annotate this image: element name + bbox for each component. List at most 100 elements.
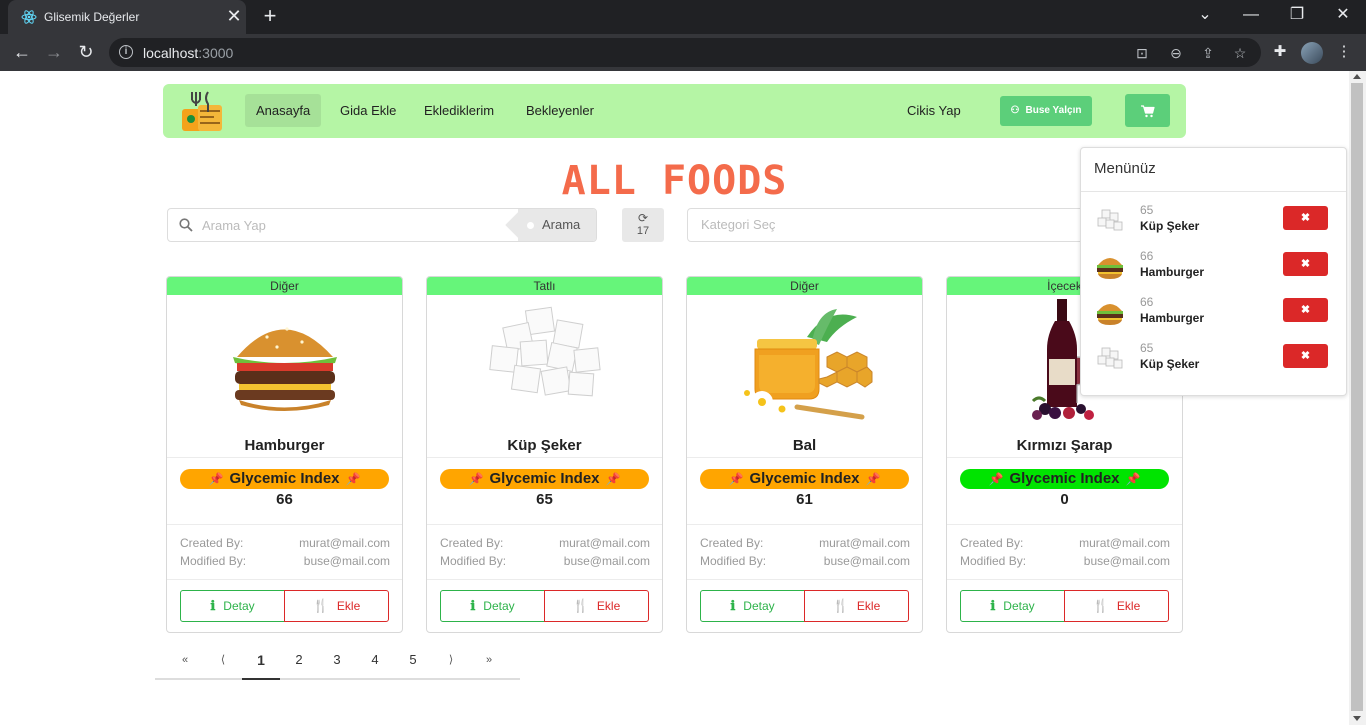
- zoom-icon[interactable]: ⊖: [1167, 44, 1185, 62]
- nav-item-gida-ekle[interactable]: Gida Ekle: [329, 94, 407, 127]
- detail-label: Detay: [743, 599, 775, 613]
- add-label: Ekle: [336, 599, 361, 613]
- food-card: Diğer Hamburger 📌 Glycemic Index 📌 66 Crea…: [166, 276, 403, 633]
- detail-button[interactable]: ℹ Detay: [960, 590, 1065, 622]
- divider: [687, 457, 922, 458]
- glycemic-index-badge: 📌 Glycemic Index 📌: [180, 469, 389, 489]
- menu-item-name: Küp Şeker: [1140, 357, 1200, 371]
- add-button[interactable]: 🍴 Ekle: [284, 590, 389, 622]
- page-button-1[interactable]: 1: [242, 644, 280, 680]
- category-select[interactable]: Kategori Seç: [687, 208, 1087, 242]
- modified-by-row: Modified By: buse@mail.com: [440, 554, 650, 568]
- logout-link[interactable]: Cikis Yap: [896, 94, 972, 127]
- utensils-icon: 🍴: [1092, 598, 1109, 613]
- divider: [167, 457, 402, 458]
- tab-close-icon[interactable]: ✕: [225, 7, 243, 25]
- prev-page-button[interactable]: ⟨: [204, 644, 242, 680]
- scroll-up-icon[interactable]: [1353, 74, 1361, 79]
- card-category: Tatlı: [427, 277, 662, 295]
- translate-icon[interactable]: ⊡: [1133, 44, 1151, 62]
- back-icon[interactable]: ←: [10, 40, 34, 64]
- window-close-icon[interactable]: ✕: [1331, 5, 1355, 25]
- add-button[interactable]: 🍴 Ekle: [804, 590, 909, 622]
- pin-icon: 📌: [865, 472, 881, 486]
- page-button-4[interactable]: 4: [356, 644, 394, 680]
- modified-by-value: buse@mail.com: [303, 554, 390, 568]
- divider: [947, 457, 1182, 458]
- page-button-2[interactable]: 2: [280, 644, 318, 680]
- profile-avatar[interactable]: [1301, 42, 1323, 64]
- modified-by-label: Modified By:: [700, 554, 767, 568]
- first-page-button[interactable]: «: [166, 644, 204, 680]
- pin-icon: 📌: [208, 472, 224, 486]
- info-icon: ℹ: [990, 598, 996, 613]
- detail-label: Detay: [1003, 599, 1035, 613]
- scroll-thumb[interactable]: [1351, 83, 1363, 711]
- gi-label: Glycemic Index: [1009, 470, 1120, 487]
- address-bar[interactable]: i localhost:3000 ⊡ ⊖ ⇪ ☆: [109, 38, 1261, 67]
- menu-delete-button[interactable]: ✖: [1283, 206, 1328, 230]
- last-page-button[interactable]: »: [470, 644, 508, 680]
- detail-button[interactable]: ℹ Detay: [180, 590, 285, 622]
- user-button[interactable]: ⚇ Buse Yalçın: [1000, 96, 1092, 126]
- sugar-cubes-image: [489, 306, 601, 397]
- food-count-badge[interactable]: ⟳ 17: [622, 208, 664, 242]
- menu-delete-button[interactable]: ✖: [1283, 298, 1328, 322]
- glycemic-index-badge: 📌 Glycemic Index 📌: [960, 469, 1169, 489]
- minimize-icon[interactable]: —: [1239, 5, 1263, 25]
- nav-item-anasayfa[interactable]: Anasayfa: [245, 94, 322, 127]
- scroll-down-icon[interactable]: [1353, 716, 1361, 721]
- nav-item-ekledigim[interactable]: Ekledik­lerim: [413, 94, 505, 127]
- add-button[interactable]: 🍴 Ekle: [544, 590, 649, 622]
- page-scrollbar[interactable]: [1349, 71, 1366, 725]
- card-category: Diğer: [167, 277, 402, 295]
- forward-icon[interactable]: →: [42, 40, 66, 64]
- food-count: 17: [636, 225, 650, 237]
- logo-icon[interactable]: [180, 89, 224, 133]
- glycemic-index-badge: 📌 Glycemic Index 📌: [700, 469, 909, 489]
- detail-button[interactable]: ℹ Detay: [700, 590, 805, 622]
- add-button[interactable]: 🍴 Ekle: [1064, 590, 1169, 622]
- food-name: Küp Şeker: [507, 437, 582, 454]
- menu-delete-button[interactable]: ✖: [1283, 252, 1328, 276]
- new-tab-button[interactable]: +: [259, 4, 281, 28]
- menu-delete-button[interactable]: ✖: [1283, 344, 1328, 368]
- browser-tab[interactable]: Glisemik Değerler ✕: [8, 0, 246, 34]
- pin-icon: 📌: [468, 472, 484, 486]
- created-by-row: Created By: murat@mail.com: [180, 536, 390, 550]
- created-by-label: Created By:: [440, 536, 504, 550]
- tab-title: Glisemik Değerler: [44, 10, 140, 24]
- next-page-button[interactable]: ⟩: [432, 644, 470, 680]
- cart-button[interactable]: [1125, 94, 1170, 127]
- glycemic-index-value: 0: [1060, 491, 1069, 508]
- browser-toolbar: ← → ↻ i localhost:3000 ⊡ ⊖ ⇪ ☆ ✚ ⋮: [0, 34, 1366, 71]
- menu-item: 65 Küp Şeker ✖: [1081, 339, 1346, 379]
- created-by-row: Created By: murat@mail.com: [960, 536, 1170, 550]
- page-button-5[interactable]: 5: [394, 644, 432, 680]
- hamburger-thumbnail: [1097, 258, 1123, 279]
- restore-icon[interactable]: ❐: [1285, 5, 1309, 25]
- tab-search-icon[interactable]: ⌄: [1193, 5, 1217, 25]
- created-by-value: murat@mail.com: [559, 536, 650, 550]
- nav-item-bekleyenler[interactable]: Bekleyenler: [515, 94, 605, 127]
- menu-item-gi: 65: [1140, 341, 1154, 355]
- user-icon: ⚇: [1010, 105, 1020, 116]
- page-button-3[interactable]: 3: [318, 644, 356, 680]
- reload-icon[interactable]: ↻: [74, 40, 98, 64]
- bookmark-star-icon[interactable]: ☆: [1231, 44, 1249, 62]
- share-icon[interactable]: ⇪: [1199, 44, 1217, 62]
- sugar-cubes-thumbnail: [1097, 209, 1123, 231]
- browser-tab-bar: Glisemik Değerler ✕ + ⌄ — ❐ ✕: [0, 0, 1366, 34]
- site-info-icon[interactable]: i: [119, 45, 133, 59]
- modified-by-row: Modified By: buse@mail.com: [960, 554, 1170, 568]
- extensions-icon[interactable]: ✚: [1270, 42, 1290, 62]
- food-name: Bal: [792, 437, 817, 454]
- search-button[interactable]: Arama: [518, 209, 596, 241]
- add-label: Ekle: [1116, 599, 1141, 613]
- search-input[interactable]: [202, 209, 502, 241]
- detail-button[interactable]: ℹ Detay: [440, 590, 545, 622]
- created-by-row: Created By: murat@mail.com: [440, 536, 650, 550]
- top-navbar: Anasayfa Gida Ekle Ekledik­lerim Bekleye…: [163, 84, 1186, 138]
- kebab-menu-icon[interactable]: ⋮: [1334, 42, 1354, 62]
- food-name: Kırmızı Şarap: [1016, 437, 1113, 454]
